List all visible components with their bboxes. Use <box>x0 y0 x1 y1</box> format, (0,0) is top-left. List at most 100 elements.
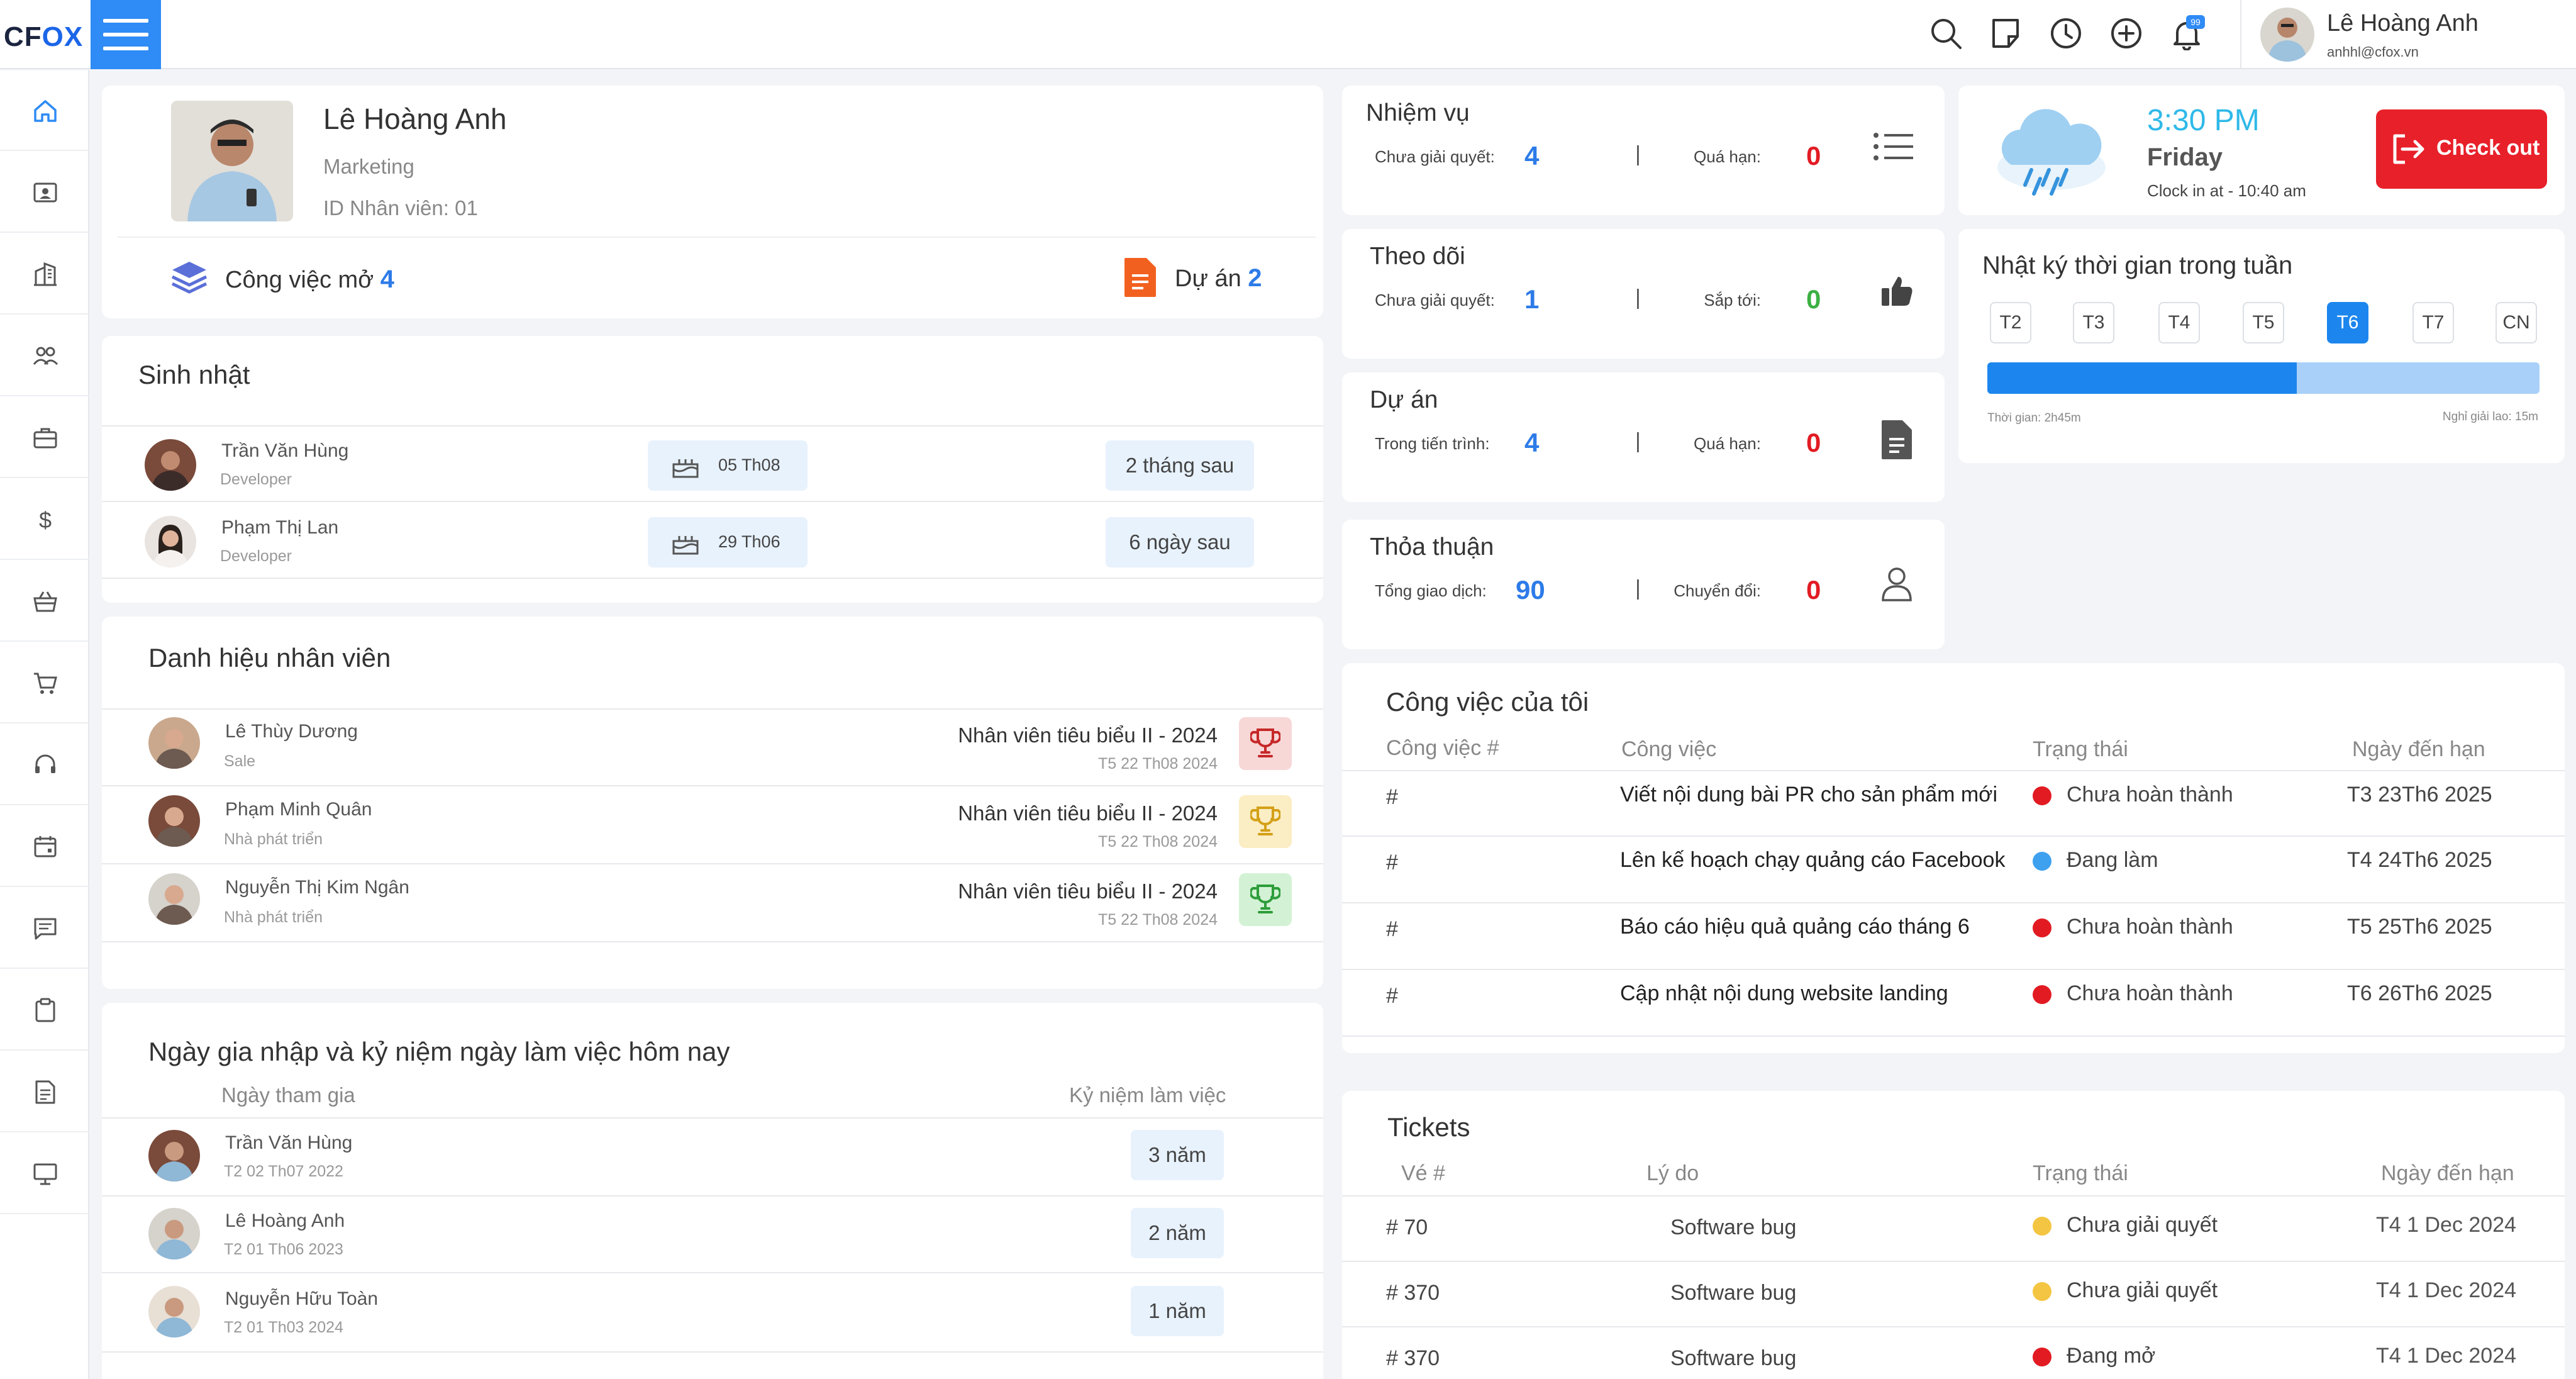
rain-cloud-icon <box>1992 104 2109 205</box>
day-tab-t2[interactable]: T2 <box>1990 302 2031 343</box>
stat-value-2: 0 <box>1806 575 1821 605</box>
person-role: Nhà phát triển <box>224 830 323 848</box>
birthday-date-pill: 29 Th06 <box>648 517 808 567</box>
user-avatar[interactable] <box>2260 8 2314 62</box>
document-icon <box>1880 419 1913 461</box>
birthday-date-pill: 05 Th08 <box>648 440 808 491</box>
sidebar-item-company[interactable] <box>0 234 89 315</box>
sidebar-item-clipboard[interactable] <box>0 970 89 1051</box>
avatar <box>148 1286 200 1337</box>
stat-title: Nhiệm vụ <box>1366 99 1470 126</box>
col-ticket-id: Vé # <box>1401 1161 1445 1185</box>
task-name[interactable]: Báo cáo hiệu quả quảng cáo tháng 6 <box>1620 915 1970 939</box>
person-name: Lê Thùy Dương <box>225 721 358 742</box>
sidebar-item-support[interactable] <box>0 725 89 805</box>
clock-icon[interactable] <box>2049 16 2083 50</box>
cart-icon <box>34 673 57 694</box>
add-circle-icon[interactable] <box>2109 16 2143 50</box>
stat-label-1: Trong tiến trình: <box>1375 434 1490 453</box>
task-name[interactable]: Lên kế hoạch chạy quảng cáo Facebook <box>1620 848 2005 873</box>
checkout-label: Check out <box>2436 136 2540 160</box>
cake-icon <box>672 459 699 478</box>
open-tasks-link[interactable]: Công việc mở 4 <box>225 265 394 294</box>
trophy-icon <box>1250 885 1280 913</box>
checkout-button[interactable]: Check out <box>2376 109 2547 189</box>
ticket-id[interactable]: # 70 <box>1386 1215 1428 1240</box>
day-tab-t4[interactable]: T4 <box>2158 302 2200 343</box>
trophy-badge <box>1239 795 1292 848</box>
sidebar-item-calendar[interactable] <box>0 807 89 887</box>
sidebar-item-cart[interactable] <box>0 643 89 723</box>
award-title: Nhân viên tiêu biểu II - 2024 <box>958 801 1218 825</box>
projects-link[interactable]: Dự án 2 <box>1175 264 1262 293</box>
person-name: Phạm Thị Lan <box>221 517 339 538</box>
person-icon <box>1880 566 1913 601</box>
svg-text:$: $ <box>39 507 52 533</box>
col-work-anniversary: Kỷ niệm làm việc <box>1069 1083 1226 1107</box>
col-task-due: Ngày đến hạn <box>2352 737 2485 761</box>
task-name[interactable]: Cập nhật nội dung website landing <box>1620 981 1948 1006</box>
break-time-label: Nghỉ giải lao: 15m <box>2442 410 2538 423</box>
sidebar-item-basket[interactable] <box>0 561 89 642</box>
col-ticket-status: Trạng thái <box>2033 1161 2128 1185</box>
award-title: Nhân viên tiêu biểu II - 2024 <box>958 723 1218 747</box>
day-tab-t7[interactable]: T7 <box>2412 302 2454 343</box>
divider <box>102 1117 1323 1119</box>
person-name: Trần Văn Hùng <box>221 440 349 461</box>
anniversary-years: 2 năm <box>1131 1208 1224 1258</box>
profile-name: Lê Hoàng Anh <box>323 103 507 135</box>
sidebar-item-team[interactable] <box>0 316 89 396</box>
person-role: Developer <box>220 547 292 565</box>
sidebar-item-documents[interactable] <box>0 1052 89 1132</box>
profile-employee-id: ID Nhân viên: 01 <box>323 196 478 220</box>
divider <box>1342 969 2565 970</box>
sidebar-item-messages[interactable] <box>0 888 89 969</box>
person-name: Phạm Minh Quân <box>225 799 372 820</box>
clock-day: Friday <box>2147 143 2223 171</box>
status-dot <box>2033 1348 2051 1366</box>
stat-separator: | <box>1635 286 1641 310</box>
task-status: Chưa hoàn thành <box>2067 981 2233 1005</box>
stat-separator: | <box>1635 142 1641 166</box>
projects-count: 2 <box>1248 264 1262 292</box>
stat-separator: | <box>1635 429 1641 453</box>
clipboard-icon <box>35 998 55 1022</box>
ticket-id[interactable]: # 370 <box>1386 1281 1440 1305</box>
app-logo[interactable]: CFOX <box>4 21 83 53</box>
sidebar-item-work[interactable] <box>0 398 89 478</box>
search-icon[interactable] <box>1929 16 1963 50</box>
stat-value-1: 4 <box>1524 141 1540 170</box>
ticket-status: Chưa giải quyết <box>2067 1278 2218 1302</box>
status-dot <box>2033 985 2051 1004</box>
user-email: anhhl@cfox.vn <box>2327 44 2419 60</box>
sidebar-item-home[interactable] <box>0 70 89 151</box>
sidebar-item-finance[interactable]: $ <box>0 479 89 560</box>
projects-label: Dự án <box>1175 265 1241 292</box>
users-icon <box>33 347 58 366</box>
birthday-countdown: 6 ngày sau <box>1106 517 1254 567</box>
day-tab-t3[interactable]: T3 <box>2073 302 2114 343</box>
menu-toggle-button[interactable] <box>91 0 161 69</box>
task-id: # <box>1386 917 1398 941</box>
join-date: T2 02 Th07 2022 <box>224 1163 343 1180</box>
note-icon[interactable] <box>1989 16 2023 50</box>
ticket-id[interactable]: # 370 <box>1386 1346 1440 1371</box>
chat-icon <box>34 918 57 940</box>
ticket-due: T4 1 Dec 2024 <box>2376 1213 2517 1237</box>
sidebar-item-devices[interactable] <box>0 1134 89 1214</box>
person-name: Nguyễn Thị Kim Ngân <box>225 877 409 898</box>
task-name[interactable]: Viết nội dung bài PR cho sản phẩm mới <box>1620 783 1997 807</box>
status-dot <box>2033 852 2051 871</box>
day-tab-t5[interactable]: T5 <box>2243 302 2284 343</box>
user-name[interactable]: Lê Hoàng Anh <box>2327 10 2479 37</box>
day-tab-cn[interactable]: CN <box>2496 302 2537 343</box>
list-icon <box>1873 132 1914 161</box>
col-ticket-due: Ngày đến hạn <box>2381 1161 2514 1185</box>
day-tab-t6[interactable]: T6 <box>2327 302 2368 343</box>
sidebar-item-profile[interactable] <box>0 152 89 233</box>
stat-label-2: Quá hạn: <box>1694 434 1761 453</box>
person-role: Developer <box>220 471 292 488</box>
timelog-progress-fill <box>1987 362 2297 394</box>
my-tasks-title: Công việc của tôi <box>1386 687 1589 717</box>
person-role: Sale <box>224 752 256 770</box>
